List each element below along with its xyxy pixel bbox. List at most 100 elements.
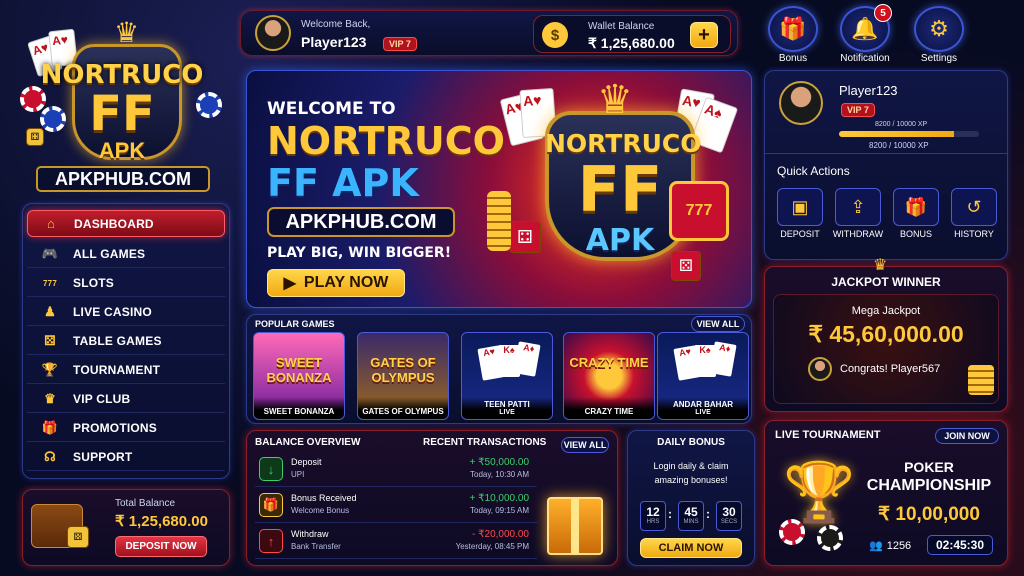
game-label: ANDAR BAHAR LIVE [658, 397, 748, 419]
add-funds-button[interactable]: + [690, 22, 718, 48]
home-icon: ⌂ [46, 216, 56, 231]
profile-panel: Player123 VIP 7 8200 / 10000 XP 8200 / 1… [764, 70, 1008, 260]
gamepad-icon: 🎮 [41, 246, 59, 261]
notification-label: Notification [840, 53, 890, 64]
hero-title-line1: NORTRUCO [267, 119, 505, 163]
transaction-row[interactable]: 🎁 Bonus Received Welcome Bonus + ₹10,000.00… [255, 491, 537, 523]
sidebar-item-vip-club[interactable]: ♛ VIP CLUB [27, 386, 225, 413]
sidebar-item-slots[interactable]: 777 SLOTS [27, 270, 225, 297]
balance-overview-panel: BALANCE OVERVIEW RECENT TRANSACTIONS VIE… [246, 430, 618, 566]
players-count: 👥 1256 [869, 539, 911, 553]
sidebar-item-support[interactable]: ☊ SUPPORT [27, 444, 225, 471]
view-all-transactions-button[interactable]: VIEW ALL [561, 437, 609, 453]
users-icon: 👥 [869, 540, 883, 552]
minutes-label: MINS [683, 519, 699, 525]
transaction-row[interactable]: ↓ Deposit UPI + ₹50,000.00 Today, 10:30 AM [255, 455, 537, 487]
countdown-hours: 12 HRS [640, 501, 666, 531]
game-name: ANDAR BAHAR [673, 400, 733, 409]
crown-icon: ♛ [114, 17, 140, 48]
notification-button[interactable]: 🔔 5 [840, 4, 892, 52]
profile-avatar[interactable] [779, 81, 823, 125]
sidebar-nav: ⌂ DASHBOARD 🎮 ALL GAMES 777 SLOTS ♟ LIVE CASINO… [22, 203, 230, 479]
arrow-down-icon: ↓ [259, 457, 283, 481]
withdraw-quick-action[interactable]: ⇪ [835, 188, 881, 226]
view-all-games-button[interactable]: VIEW ALL [691, 316, 745, 332]
headset-icon: ☊ [44, 449, 56, 464]
countdown-minutes: 45 MINS [678, 501, 704, 531]
brand-logo[interactable]: A♥ A♥ ⚃ ♛ NORTRUCO FF APK APKPHUB.COM [14, 10, 230, 196]
transaction-time: Yesterday, 08:45 PM [455, 542, 529, 551]
dice-icon: ⚃ [509, 221, 541, 253]
transaction-title: Deposit [291, 457, 322, 467]
tournament-timer: 02:45:30 [927, 535, 993, 555]
game-label: TEEN PATTI LIVE [462, 397, 552, 419]
sidebar-item-table-games[interactable]: ⚄ TABLE GAMES [27, 328, 225, 355]
minutes-value: 45 [684, 505, 698, 519]
game-card[interactable]: GATES OF OLYMPUS GATES OF OLYMPUS [357, 332, 449, 420]
sidebar-item-dashboard[interactable]: ⌂ DASHBOARD [27, 210, 225, 237]
deposit-quick-action[interactable]: ▣ [777, 188, 823, 226]
balance-overview-title: BALANCE OVERVIEW [255, 437, 361, 448]
transaction-row[interactable]: ↑ Withdraw Bank Transfer - ₹20,000.00 Yester… [255, 527, 537, 559]
dealer-icon: ♟ [44, 304, 56, 319]
bonus-label: Bonus [778, 53, 808, 64]
sidebar-item-label: SLOTS [73, 276, 115, 290]
jackpot-label: Mega Jackpot [851, 305, 921, 317]
hero-banner[interactable]: WELCOME TO NORTRUCO FF APK APKPHUB.COM P… [246, 70, 752, 308]
game-card[interactable]: CRAZY TIME CRAZY TIME [563, 332, 655, 420]
total-balance-label: Total Balance [115, 498, 176, 509]
trophy-icon: 🏆 [41, 362, 59, 377]
game-card[interactable]: A♥ K♠ A♦ TEEN PATTI LIVE [461, 332, 553, 420]
dice-icon: ⚄ [671, 251, 701, 281]
game-label: CRAZY TIME [564, 397, 654, 419]
slot-machine-icon: 777 [669, 181, 729, 241]
hours-value: 12 [646, 505, 660, 519]
claim-now-button[interactable]: CLAIM NOW [640, 538, 742, 558]
deposit-now-button[interactable]: DEPOSIT NOW [115, 536, 207, 557]
total-balance-card: ⚄ Total Balance ₹ 1,25,680.00 DEPOSIT NO… [22, 489, 230, 566]
game-name: GATES OF OLYMPUS [362, 407, 444, 416]
profile-vip-badge: VIP 7 [841, 103, 875, 117]
vip-badge: VIP 7 [383, 37, 417, 51]
sidebar-item-promotions[interactable]: 🎁 PROMOTIONS [27, 415, 225, 442]
xp-progress-bar [839, 131, 979, 137]
wallet-balance-amount: ₹ 1,25,680.00 [588, 35, 675, 51]
sidebar-item-label: PROMOTIONS [73, 421, 158, 435]
crown-icon: ♛ [597, 78, 633, 122]
bonus-button[interactable]: 🎁 [768, 6, 818, 52]
history-quick-action[interactable]: ↺ [951, 188, 997, 226]
transaction-amount: + ₹10,000.00 [469, 493, 529, 504]
transaction-title: Bonus Received [291, 493, 357, 503]
gift-ribbon [571, 499, 579, 553]
xp-text: 8200 / 10000 XP [875, 121, 928, 128]
game-label: SWEET BONANZA [254, 397, 344, 419]
game-art: SWEET BONANZA [266, 355, 332, 385]
sidebar-item-tournament[interactable]: 🏆 TOURNAMENT [27, 357, 225, 384]
dice-icon: ⚄ [44, 333, 56, 348]
logo-title-line2: FF [89, 86, 155, 142]
sidebar-item-all-games[interactable]: 🎮 ALL GAMES [27, 241, 225, 268]
arrow-up-icon: ↑ [259, 529, 283, 553]
bonus-quick-action[interactable]: 🎁 [893, 188, 939, 226]
sidebar-item-live-casino[interactable]: ♟ LIVE CASINO [27, 299, 225, 326]
avatar[interactable] [255, 15, 291, 51]
wallet-balance-label: Wallet Balance [588, 21, 655, 32]
game-live-tag: LIVE [695, 409, 711, 416]
game-card[interactable]: A♥ K♠ A♦ ANDAR BAHAR LIVE [657, 332, 749, 420]
play-now-button[interactable]: ▶ PLAY NOW [267, 269, 405, 297]
tournament-name-line2: CHAMPIONSHIP [866, 477, 992, 494]
sidebar-item-label: SUPPORT [73, 450, 133, 464]
chip-decoration [817, 525, 843, 551]
transaction-time: Today, 10:30 AM [470, 470, 529, 479]
logo-title-line3: APK [98, 138, 146, 163]
game-art: GATES OF OLYMPUS [370, 355, 436, 385]
settings-label: Settings [920, 53, 958, 64]
transaction-amount: + ₹50,000.00 [469, 457, 529, 468]
game-name: CRAZY TIME [584, 407, 634, 416]
join-now-button[interactable]: JOIN NOW [935, 428, 999, 444]
game-card[interactable]: SWEET BONANZA SWEET BONANZA [253, 332, 345, 420]
slots-icon: 777 [43, 278, 57, 288]
wallet-balance-box: $ Wallet Balance ₹ 1,25,680.00 + [533, 15, 731, 53]
tournament-panel: LIVE TOURNAMENT JOIN NOW 🏆 POKER CHAMPIO… [764, 420, 1008, 566]
settings-button[interactable]: ⚙ [914, 6, 964, 52]
